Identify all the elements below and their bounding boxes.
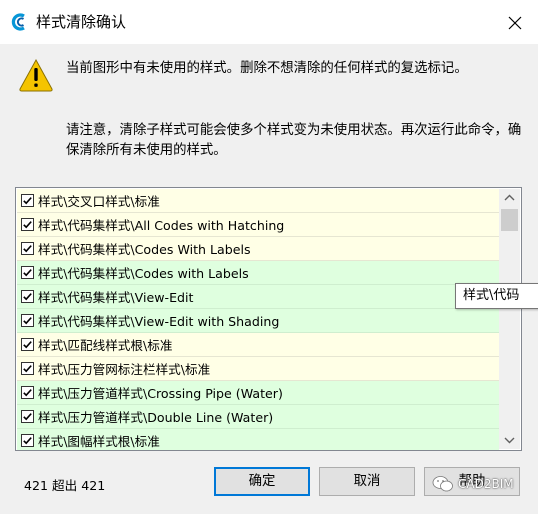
checkmark-icon — [23, 413, 32, 421]
list-item-label: 样式\代码集样式\All Codes with Hatching — [38, 218, 285, 233]
cancel-button[interactable]: 取消 — [319, 467, 415, 496]
list-item[interactable]: 样式\图幅样式根\标准 — [17, 429, 499, 450]
scroll-up-arrow-icon[interactable] — [499, 189, 520, 207]
checkbox[interactable] — [21, 242, 34, 255]
checkbox[interactable] — [21, 290, 34, 303]
scroll-down-arrow-icon[interactable] — [499, 431, 520, 449]
list-item[interactable]: 样式\代码集样式\Codes with Labels — [17, 261, 499, 285]
checkbox[interactable] — [21, 266, 34, 279]
checkbox[interactable] — [21, 386, 34, 399]
list-item[interactable]: 样式\交叉口样式\标准 — [17, 189, 499, 213]
list-item[interactable]: 样式\代码集样式\View-Edit — [17, 285, 499, 309]
checkbox[interactable] — [21, 194, 34, 207]
list-item[interactable]: 样式\代码集样式\View-Edit with Shading — [17, 309, 499, 333]
list-item[interactable]: 样式\匹配线样式根\标准 — [17, 333, 499, 357]
list-item-label: 样式\代码集样式\Codes with Labels — [38, 266, 249, 281]
watermark-text: CAD2BIM — [458, 477, 514, 491]
title-bar: 样式清除确认 — [0, 0, 538, 44]
checkbox[interactable] — [21, 218, 34, 231]
warning-icon — [19, 58, 53, 92]
list-item[interactable]: 样式\压力管道样式\Double Line (Water) — [17, 405, 499, 429]
checkmark-icon — [23, 389, 32, 397]
close-icon[interactable] — [504, 12, 526, 34]
list-item-label: 样式\代码集样式\Codes With Labels — [38, 242, 251, 257]
styles-list[interactable]: 样式\交叉口样式\标准样式\代码集样式\All Codes with Hatch… — [15, 187, 522, 451]
list-item-label: 样式\代码集样式\View-Edit — [38, 290, 194, 305]
message-line-1: 当前图形中有未使用的样式。删除不想清除的任何样式的复选标记。 — [66, 61, 468, 76]
list-item-label: 样式\代码集样式\View-Edit with Shading — [38, 314, 280, 329]
list-item-label: 样式\交叉口样式\标准 — [38, 194, 160, 209]
list-item-label: 样式\压力管网标注栏样式\标准 — [38, 362, 211, 377]
checkmark-icon — [23, 317, 32, 325]
list-item[interactable]: 样式\压力管道样式\Crossing Pipe (Water) — [17, 381, 499, 405]
list-item[interactable]: 样式\代码集样式\Codes With Labels — [17, 237, 499, 261]
checkmark-icon — [23, 269, 32, 277]
list-item[interactable]: 样式\压力管网标注栏样式\标准 — [17, 357, 499, 381]
styles-list-items: 样式\交叉口样式\标准样式\代码集样式\All Codes with Hatch… — [17, 189, 499, 450]
list-item-label: 样式\匹配线样式根\标准 — [38, 338, 173, 353]
purge-count: 421 超出 421 — [24, 478, 106, 493]
civil3d-app-icon — [11, 13, 25, 31]
checkmark-icon — [23, 365, 32, 373]
checkbox[interactable] — [21, 434, 34, 447]
checkmark-icon — [23, 341, 32, 349]
wechat-icon — [432, 476, 453, 492]
list-item[interactable]: 样式\代码集样式\All Codes with Hatching — [17, 213, 499, 237]
checkmark-icon — [23, 437, 32, 445]
item-tooltip: 样式\代码 — [455, 283, 538, 309]
checkbox[interactable] — [21, 338, 34, 351]
checkmark-icon — [23, 245, 32, 253]
list-item-label: 样式\压力管道样式\Crossing Pipe (Water) — [38, 386, 283, 401]
scrollbar-thumb[interactable] — [501, 209, 518, 231]
purge-styles-dialog: 样式清除确认 当前图形中有未使用的样式。删除不想清除的任何样式的复选标记。 请注… — [0, 0, 538, 514]
list-item-label: 样式\图幅样式根\标准 — [38, 434, 160, 449]
watermark: CAD2BIM — [432, 473, 514, 495]
checkbox[interactable] — [21, 410, 34, 423]
checkmark-icon — [23, 293, 32, 301]
checkmark-icon — [23, 221, 32, 229]
list-item-label: 样式\压力管道样式\Double Line (Water) — [38, 410, 274, 425]
ok-button[interactable]: 确定 — [214, 467, 310, 496]
checkbox[interactable] — [21, 362, 34, 375]
checkmark-icon — [23, 197, 32, 205]
window-title: 样式清除确认 — [36, 13, 127, 31]
checkbox[interactable] — [21, 314, 34, 327]
vertical-scrollbar[interactable] — [499, 189, 520, 449]
message-line-2: 请注意，清除子样式可能会使多个样式变为未使用状态。再次运行此命令，确保清除所有未… — [66, 123, 522, 158]
